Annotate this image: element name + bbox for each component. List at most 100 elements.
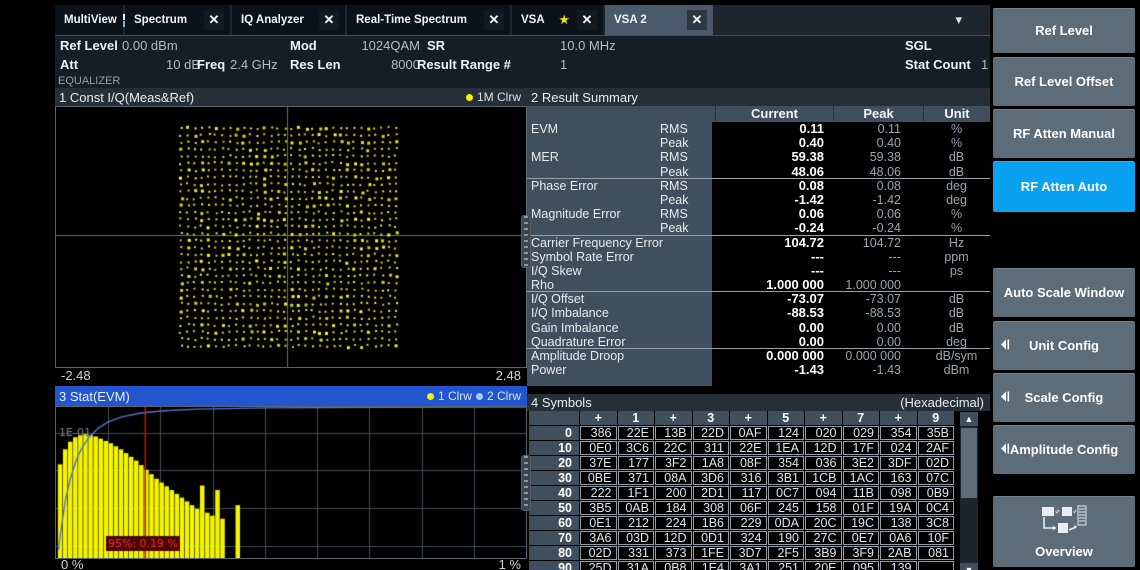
tab-vsa[interactable]: VSA★✕ (512, 5, 603, 35)
info-label-ref-level: Ref Level (60, 38, 118, 53)
symbol-cell: 163 (880, 471, 917, 485)
param-name: MER (531, 150, 661, 164)
info-label-stat-count: Stat Count (905, 57, 971, 72)
symbol-cell: 2AF (918, 441, 955, 455)
trace-label: 1M Clrw (477, 90, 521, 104)
tab-multiview[interactable]: MultiView (55, 5, 123, 35)
close-tab-icon[interactable]: ✕ (687, 10, 707, 30)
constellation-plot[interactable] (56, 107, 526, 367)
softkey-scale-config[interactable]: Scale Config (993, 373, 1135, 422)
window-symbols-titlebar[interactable]: 4 Symbols (Hexadecimal) (527, 394, 990, 411)
constellation-plot-area[interactable] (55, 106, 527, 368)
peak-value: 0.00 (833, 335, 901, 349)
scroll-up-icon[interactable]: ▲ (960, 412, 978, 426)
window-result-summary-title: 2 Result Summary (531, 90, 984, 105)
info-value-result-range: 1 (560, 57, 567, 72)
close-tab-icon[interactable]: ✕ (484, 10, 504, 30)
param-name: I/Q Offset (531, 292, 661, 306)
symbols-col-header: 3 (693, 411, 730, 425)
symbol-cell: 354 (880, 426, 917, 440)
symbols-scrollbar[interactable]: ▲ ▼ (960, 412, 978, 570)
window-splitter-handle[interactable] (521, 215, 531, 268)
symbol-cell: 08F (730, 456, 767, 470)
window-stat-evm-titlebar[interactable]: 3 Stat(EVM) 1 Clrw2 Clrw (55, 386, 527, 406)
tab-spectrum[interactable]: Spectrum✕ (125, 5, 230, 35)
peak-value: 1.000 000 (833, 278, 901, 292)
current-value: 1.000 000 (715, 278, 824, 292)
close-tab-icon[interactable]: ✕ (204, 10, 224, 30)
symbol-cell: 17F (843, 441, 880, 455)
window-constellation-titlebar[interactable]: 1 Const I/Q(Meas&Ref) 1M Clrw (55, 88, 527, 106)
unit-label: dB (923, 306, 990, 320)
unit-label: dB (923, 150, 990, 164)
symbol-cell: 0DA (768, 516, 805, 530)
symbol-cell: 19A (880, 501, 917, 515)
softkey-ref-level[interactable]: Ref Level (993, 8, 1135, 53)
symbol-cell: 3C6 (618, 441, 655, 455)
scroll-down-icon[interactable]: ▼ (960, 563, 978, 570)
softkey-ref-level-offset[interactable]: Ref Level Offset (993, 57, 1135, 106)
unit-label: ps (923, 264, 990, 278)
window-result-summary-titlebar[interactable]: 2 Result Summary (527, 88, 990, 106)
window-splitter-handle[interactable] (521, 455, 531, 511)
close-tab-icon[interactable]: ✕ (577, 10, 597, 30)
softkey-overview[interactable]: Overview (993, 496, 1135, 567)
summary-row-gain-imbalance: Gain Imbalance0.000.00dB (527, 321, 990, 335)
info-value-ref-level: 0.00 dBm (122, 38, 178, 53)
symbol-cell: 245 (768, 501, 805, 515)
summary-row-sub: Peak-1.42-1.42deg (527, 193, 990, 207)
current-value: --- (715, 250, 824, 264)
softkey-rf-atten-auto[interactable]: RF Atten Auto (993, 161, 1135, 212)
current-value: 0.00 (715, 335, 824, 349)
symbol-cell: 2D1 (693, 486, 730, 500)
symbol-cell: 0B9 (918, 486, 955, 500)
summary-row-magnitude-error: Magnitude ErrorRMS0.060.06% (527, 207, 990, 221)
unit-label: deg (923, 335, 990, 349)
symbol-cell: 1AC (843, 471, 880, 485)
peak-value: 0.06 (833, 207, 901, 221)
symbol-cell: 0BE (580, 471, 617, 485)
param-name: Phase Error (531, 179, 661, 193)
symbol-cell: 036 (805, 456, 842, 470)
summary-row-sub: Peak-0.24-0.24% (527, 221, 990, 235)
peak-value: 104.72 (833, 236, 901, 250)
softkey-amplitude-config[interactable]: Amplitude Config (993, 425, 1135, 474)
close-tab-icon[interactable]: ✕ (319, 10, 339, 30)
current-value: 0.06 (715, 207, 824, 221)
peak-value: -88.53 (833, 306, 901, 320)
symbol-cell: 371 (618, 471, 655, 485)
evm-histogram-plot[interactable] (56, 407, 526, 558)
channel-info-row-2: Att10 dBFreq2.4 GHzRes Len8000Result Ran… (55, 55, 990, 74)
summary-row-sub: Peak48.0648.06dB (527, 165, 990, 179)
symbol-cell: 184 (655, 501, 692, 515)
softkey-label: Ref Level (1035, 23, 1093, 38)
summary-row-power: Power-1.43-1.43dBm (527, 363, 990, 377)
softkey-auto-scale-window[interactable]: Auto Scale Window (993, 268, 1135, 317)
tab-overflow-caret-icon[interactable]: ▾ (955, 12, 962, 28)
scrollbar-thumb[interactable] (961, 428, 977, 498)
symbol-cell: 27C (805, 531, 842, 545)
current-value: 104.72 (715, 236, 824, 250)
param-subtype: RMS (660, 179, 712, 193)
unit-label: deg (923, 179, 990, 193)
softkey-label: RF Atten Manual (1013, 126, 1115, 141)
histogram-plot-area[interactable] (55, 406, 527, 559)
tab-label: Real-Time Spectrum (356, 14, 480, 26)
channel-tab-bar: MultiViewSpectrum✕IQ Analyzer✕Real-Time … (55, 5, 990, 36)
symbol-cell: 25D (580, 561, 617, 570)
symbol-cell: 0E0 (580, 441, 617, 455)
trace-legend: 1M Clrw (466, 90, 521, 104)
summary-row-symbol-rate-error: Symbol Rate Error------ppm (527, 250, 990, 264)
symbol-cell: 094 (805, 486, 842, 500)
tab-iq-analyzer[interactable]: IQ Analyzer✕ (232, 5, 345, 35)
summary-row-amplitude-droop: Amplitude Droop0.000 0000.000 000dB/sym (527, 349, 990, 363)
tab-real-time-spectrum[interactable]: Real-Time Spectrum ✕ (347, 5, 510, 35)
current-value: -73.07 (715, 292, 824, 306)
window-constellation: 1 Const I/Q(Meas&Ref) 1M Clrw -2.48 2.48 (55, 88, 527, 386)
softkey-unit-config[interactable]: Unit Config (993, 321, 1135, 370)
summary-row-i-q-offset: I/Q Offset-73.07-73.07dB (527, 292, 990, 306)
softkey-rf-atten-manual[interactable]: RF Atten Manual (993, 109, 1135, 158)
tab-vsa-2[interactable]: VSA 2✕ (605, 5, 713, 35)
symbol-cell: 177 (618, 456, 655, 470)
unit-label: ppm (923, 250, 990, 264)
